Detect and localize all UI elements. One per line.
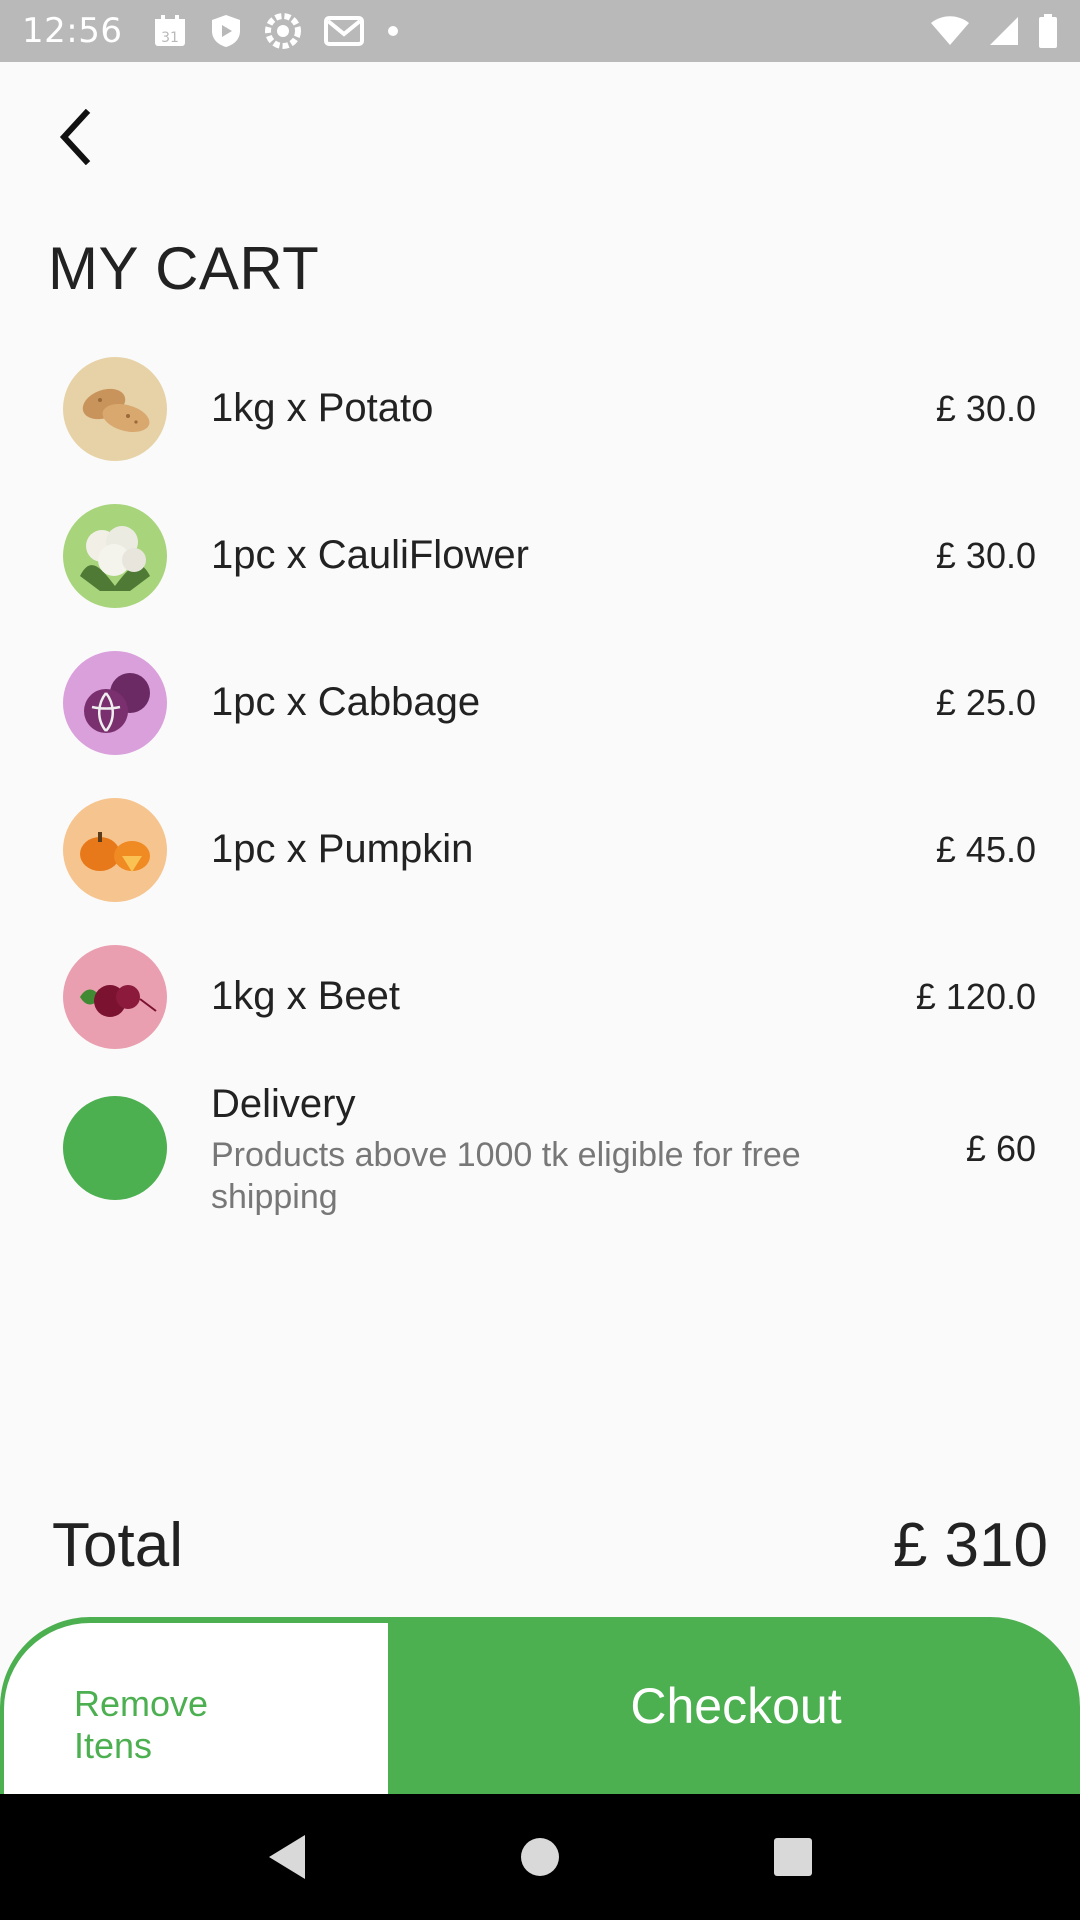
checkout-button[interactable]: Checkout <box>392 1617 1080 1794</box>
cart-item-label: 1pc x CauliFlower <box>211 533 529 577</box>
battery-icon <box>1038 14 1058 48</box>
shield-icon <box>210 13 242 49</box>
nav-recents-icon[interactable] <box>753 1817 833 1897</box>
cart-item-price: £ 30.0 <box>935 388 1036 429</box>
cart-item[interactable]: 1kg x Beet £ 120.0 <box>0 938 1080 1058</box>
delivery-row: Delivery Products above 1000 tk eligible… <box>0 1076 1080 1216</box>
cart-item-label: 1pc x Pumpkin <box>211 827 474 871</box>
calendar-day: 31 <box>162 30 180 46</box>
delivery-note: Products above 1000 tk eligible for free… <box>211 1136 801 1216</box>
pumpkin-icon <box>63 798 167 902</box>
cart-item-label: 1kg x Potato <box>211 386 434 430</box>
cart-item[interactable]: 1kg x Potato £ 30.0 <box>0 350 1080 470</box>
action-bar: Remove Itens Checkout <box>0 1617 1080 1794</box>
status-system-icons <box>930 14 1058 48</box>
calendar-icon: 31 <box>152 13 188 49</box>
remove-items-label: Remove Itens <box>74 1683 209 1766</box>
checkout-label: Checkout <box>630 1677 842 1734</box>
status-bar: 12:56 31 <box>0 0 1080 62</box>
cart-item[interactable]: 1pc x CauliFlower £ 30.0 <box>0 497 1080 617</box>
page-title: MY CART <box>48 235 320 302</box>
beet-icon <box>63 945 167 1049</box>
cart-item-label: 1pc x Cabbage <box>211 680 481 724</box>
system-nav-bar <box>0 1794 1080 1920</box>
nav-home-icon[interactable] <box>500 1817 580 1897</box>
status-notification-icons: 31 <box>152 12 400 50</box>
cart-item-price: £ 120.0 <box>915 976 1036 1017</box>
potato-icon <box>63 357 167 461</box>
nav-back-icon[interactable] <box>247 1817 327 1897</box>
chevron-left-icon <box>59 109 91 165</box>
cauliflower-icon <box>63 504 167 608</box>
signal-icon <box>988 15 1020 47</box>
total-value: £ 310 <box>892 1511 1048 1580</box>
cart-item-label: 1kg x Beet <box>211 974 401 1018</box>
delivery-title: Delivery <box>211 1082 356 1126</box>
total-label: Total <box>52 1511 183 1580</box>
back-button[interactable] <box>44 102 104 172</box>
settings-cog-icon <box>264 12 302 50</box>
cart-item-price: £ 30.0 <box>935 535 1036 576</box>
cart-item-price: £ 45.0 <box>935 829 1036 870</box>
cabbage-icon <box>63 651 167 755</box>
delivery-price: £ 60 <box>965 1128 1036 1169</box>
cart-item-price: £ 25.0 <box>935 682 1036 723</box>
delivery-dot <box>63 1096 167 1200</box>
dot-icon <box>386 24 400 38</box>
cart-item[interactable]: 1pc x Pumpkin £ 45.0 <box>0 791 1080 911</box>
remove-items-button[interactable]: Remove Itens <box>4 1623 388 1794</box>
cart-item[interactable]: 1pc x Cabbage £ 25.0 <box>0 644 1080 764</box>
status-time: 12:56 <box>22 11 123 51</box>
gmail-icon <box>324 15 365 47</box>
wifi-icon <box>930 15 970 47</box>
